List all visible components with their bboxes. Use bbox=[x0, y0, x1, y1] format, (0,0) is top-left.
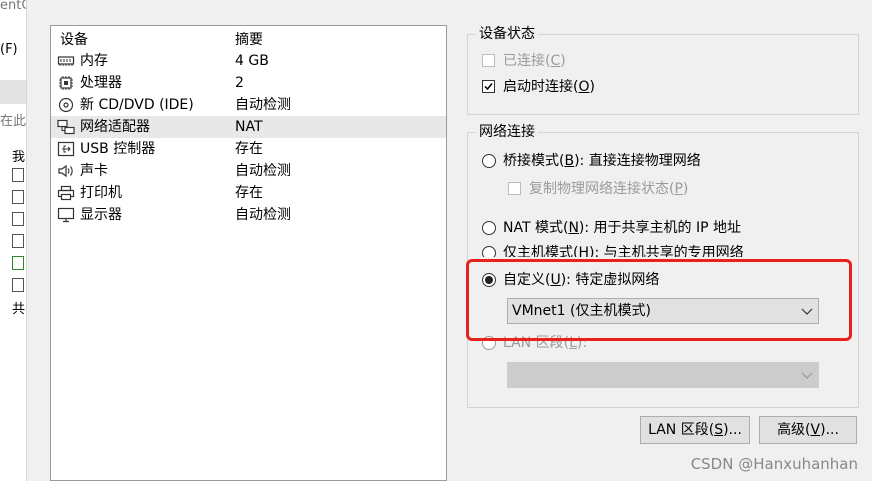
connected-checkbox[interactable]: 已连接(C) bbox=[482, 51, 566, 71]
device-name: 内存 bbox=[80, 53, 108, 69]
lan-segment-select[interactable] bbox=[507, 362, 819, 388]
vm-icon bbox=[12, 168, 24, 182]
device-row[interactable]: 显示器 自动检测 bbox=[51, 204, 446, 226]
vm-icon bbox=[12, 190, 24, 204]
display-icon bbox=[57, 207, 75, 223]
device-row[interactable]: 声卡 自动检测 bbox=[51, 160, 446, 182]
nat-radio[interactable]: NAT 模式(N): 用于共享主机的 IP 地址 bbox=[482, 218, 741, 238]
connect-at-power-on-label: 启动时连接(O) bbox=[503, 79, 595, 95]
device-row[interactable]: 新 CD/DVD (IDE) 自动检测 bbox=[51, 94, 446, 116]
cpu-icon bbox=[57, 75, 75, 91]
network-connection-title: 网络连接 bbox=[476, 123, 538, 141]
summary-column-header[interactable]: 摘要 bbox=[235, 30, 263, 50]
cd-dvd-icon bbox=[57, 97, 75, 113]
window-border bbox=[26, 0, 35, 481]
device-summary: 4 GB bbox=[235, 53, 269, 69]
device-name: 声卡 bbox=[80, 163, 108, 179]
background-menu-file[interactable]: (F) bbox=[0, 42, 18, 57]
replicate-state-checkbox[interactable]: 复制物理网络连接状态(P) bbox=[508, 179, 688, 199]
lan-segments-button[interactable]: LAN 区段(S)... bbox=[640, 416, 750, 444]
background-window: entC (F) 在此 我 共 bbox=[0, 0, 30, 481]
checkmark-icon bbox=[484, 83, 493, 91]
device-summary: 自动检测 bbox=[235, 163, 291, 179]
sound-icon bbox=[57, 163, 75, 179]
device-summary: 2 bbox=[235, 75, 244, 91]
device-row[interactable]: 内存 4 GB bbox=[51, 50, 446, 72]
device-name: 打印机 bbox=[80, 185, 122, 201]
device-row[interactable]: 处理器 2 bbox=[51, 72, 446, 94]
device-list[interactable]: 设备 摘要 内存 4 GB 处理器 2 新 CD/DVD (IDE) 自动检测 网络适配器 N… bbox=[50, 25, 447, 481]
device-status-title: 设备状态 bbox=[476, 25, 538, 43]
network-adapter-icon bbox=[57, 119, 75, 135]
vm-icon bbox=[12, 212, 24, 226]
device-summary: 存在 bbox=[235, 141, 263, 157]
memory-icon bbox=[57, 53, 75, 69]
background-toolbar bbox=[0, 80, 26, 104]
usb-icon bbox=[57, 141, 75, 157]
device-name: 新 CD/DVD (IDE) bbox=[80, 97, 194, 113]
device-summary: 自动检测 bbox=[235, 207, 291, 223]
bridged-radio[interactable]: 桥接模式(B): 直接连接物理网络 bbox=[482, 151, 701, 171]
background-search-fragment: 在此 bbox=[0, 114, 27, 129]
background-tree-item-mine[interactable]: 我 bbox=[12, 146, 25, 165]
device-status-group: 设备状态 已连接(C) 启动时连接(O) bbox=[467, 25, 859, 115]
host-only-radio[interactable]: 仅主机模式(H): 与主机共享的专用网络 bbox=[482, 243, 744, 257]
host-only-label: 仅主机模式(H): 与主机共享的专用网络 bbox=[503, 245, 744, 257]
device-summary: NAT bbox=[235, 119, 263, 135]
device-name: 处理器 bbox=[80, 75, 122, 91]
watermark: CSDN @Hanxuhanhan bbox=[690, 455, 858, 473]
device-row[interactable]: 打印机 存在 bbox=[51, 182, 446, 204]
device-summary: 存在 bbox=[235, 185, 263, 201]
replicate-state-label: 复制物理网络连接状态(P) bbox=[529, 181, 689, 197]
printer-icon bbox=[57, 185, 75, 201]
highlight-annotation bbox=[466, 259, 852, 341]
vm-running-icon bbox=[12, 256, 24, 270]
background-tree-item-shared[interactable]: 共 bbox=[12, 298, 25, 317]
vm-icon bbox=[12, 234, 24, 248]
device-name: 显示器 bbox=[80, 207, 122, 223]
device-column-header[interactable]: 设备 bbox=[60, 30, 88, 50]
advanced-button[interactable]: 高级(V)... bbox=[759, 416, 857, 444]
device-row[interactable]: USB 控制器 存在 bbox=[51, 138, 446, 160]
connected-label: 已连接(C) bbox=[503, 53, 566, 69]
bridged-label: 桥接模式(B): 直接连接物理网络 bbox=[503, 153, 701, 169]
nat-label: NAT 模式(N): 用于共享主机的 IP 地址 bbox=[503, 220, 742, 236]
device-row[interactable]: 网络适配器 NAT bbox=[51, 116, 446, 138]
device-summary: 自动检测 bbox=[235, 97, 291, 113]
vm-icon bbox=[12, 278, 24, 292]
device-name: 网络适配器 bbox=[80, 119, 150, 135]
connect-at-power-on-checkbox[interactable]: 启动时连接(O) bbox=[482, 77, 595, 97]
chevron-down-icon bbox=[801, 372, 813, 379]
device-name: USB 控制器 bbox=[80, 141, 156, 157]
